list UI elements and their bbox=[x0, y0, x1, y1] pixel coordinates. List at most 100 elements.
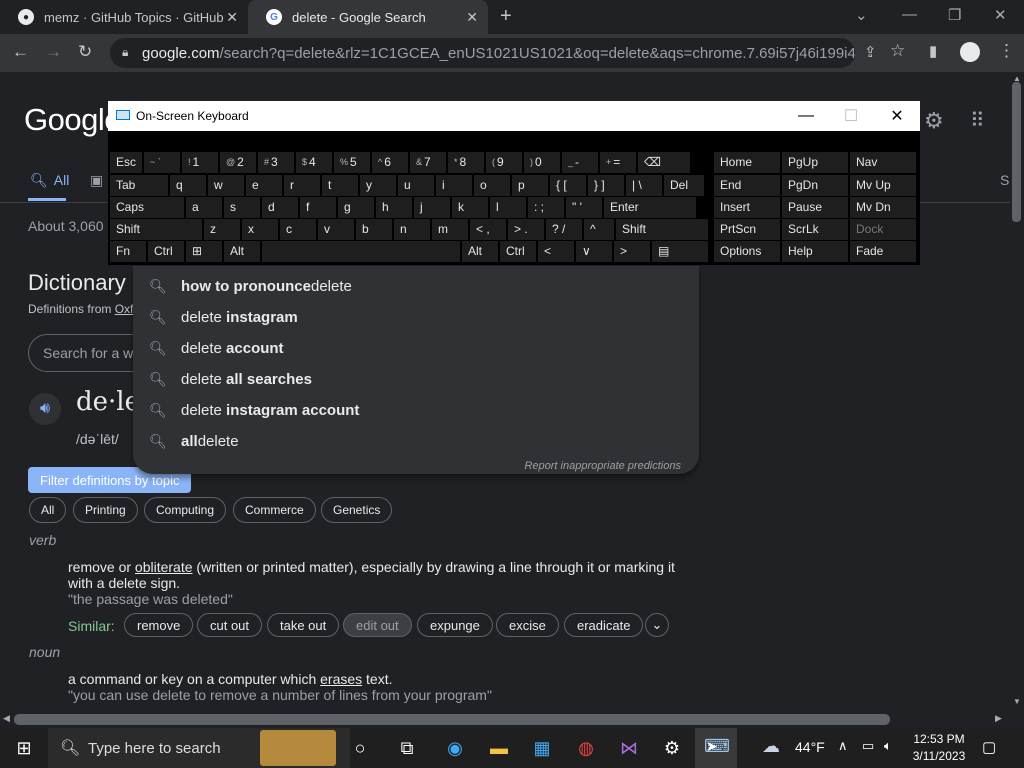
share-icon[interactable]: ⇪ bbox=[864, 43, 877, 61]
tools-edge-label[interactable]: S bbox=[1000, 172, 1009, 188]
osk-key[interactable]: e bbox=[246, 175, 282, 196]
chevron-down-icon[interactable]: ⌄ bbox=[645, 613, 669, 637]
osk-key[interactable]: o bbox=[474, 175, 510, 196]
store-icon[interactable]: ▦ bbox=[527, 734, 557, 762]
osk-key[interactable]: Fn bbox=[110, 241, 146, 262]
osk-key[interactable]: r bbox=[284, 175, 320, 196]
chip-all[interactable]: All bbox=[29, 497, 67, 523]
osk-key[interactable]: c bbox=[280, 219, 316, 240]
obliterate-link[interactable]: obliterate bbox=[135, 559, 193, 575]
osk-key[interactable]: (9 bbox=[486, 152, 522, 173]
osk-key[interactable]: ~ ` bbox=[144, 152, 180, 173]
scroll-up-icon[interactable]: ▲ bbox=[1013, 74, 1021, 83]
osk-key[interactable]: f bbox=[300, 197, 336, 218]
osk-key[interactable]: w bbox=[208, 175, 244, 196]
chevron-up-icon[interactable]: ∧ bbox=[838, 738, 848, 754]
speaker-icon[interactable]: 🔊︎ bbox=[29, 393, 61, 425]
osk-key[interactable]: < bbox=[538, 241, 574, 262]
osk-minimize-button[interactable]: — bbox=[783, 101, 829, 131]
close-icon[interactable]: ✕ bbox=[226, 9, 238, 26]
osk-key[interactable]: Alt bbox=[224, 241, 260, 262]
synonym-edit-out[interactable]: edit out bbox=[343, 613, 412, 637]
tab-google[interactable]: G delete - Google Search ✕ bbox=[248, 0, 488, 34]
osk-key-caps[interactable]: Caps bbox=[110, 197, 184, 218]
scroll-left-icon[interactable]: ◀ bbox=[3, 713, 10, 724]
search-highlight-image[interactable] bbox=[260, 730, 336, 766]
tab-all[interactable]: 🔍︎ All bbox=[30, 172, 69, 189]
osk-key[interactable]: Ctrl bbox=[500, 241, 536, 262]
apps-grid-icon[interactable]: ⠿ bbox=[970, 108, 986, 133]
osk-key[interactable]: v bbox=[318, 219, 354, 240]
osk-key[interactable]: > bbox=[614, 241, 650, 262]
osk-key[interactable]: @2 bbox=[220, 152, 256, 173]
volume-icon[interactable]: 🔈︎ bbox=[884, 738, 892, 754]
osk-key[interactable]: & 7 bbox=[410, 152, 446, 173]
vertical-scroll-thumb[interactable] bbox=[1012, 82, 1021, 222]
osk-key[interactable]: ▤ bbox=[652, 241, 708, 262]
report-predictions-link[interactable]: Report inappropriate predictions bbox=[524, 460, 681, 472]
osk-key[interactable]: s bbox=[224, 197, 260, 218]
osk-key[interactable]: j bbox=[414, 197, 450, 218]
side-panel-icon[interactable]: ▮ bbox=[929, 42, 937, 60]
osk-key[interactable]: ∨ bbox=[576, 241, 612, 262]
osk-key[interactable]: ⌫ bbox=[638, 152, 690, 173]
network-icon[interactable]: ▭ bbox=[862, 738, 874, 754]
new-tab-button[interactable]: + bbox=[500, 5, 512, 28]
osk-key-shift[interactable]: Shift bbox=[110, 219, 202, 240]
cortana-icon[interactable]: ○ bbox=[345, 734, 375, 762]
osk-key[interactable]: $4 bbox=[296, 152, 332, 173]
osk-key[interactable]: Ctrl bbox=[148, 241, 184, 262]
bookmark-star-icon[interactable]: ☆ bbox=[890, 41, 905, 61]
chip-commerce[interactable]: Commerce bbox=[233, 497, 316, 523]
osk-key[interactable]: : ; bbox=[528, 197, 564, 218]
osk-key[interactable]: z bbox=[204, 219, 240, 240]
osk-key[interactable]: l bbox=[490, 197, 526, 218]
osk-key[interactable]: * 8 bbox=[448, 152, 484, 173]
menu-kebab-icon[interactable]: ⋮ bbox=[998, 41, 1015, 61]
settings-gear-icon[interactable]: ⚙ bbox=[924, 108, 944, 134]
notification-icon[interactable]: ▢ bbox=[982, 738, 996, 756]
task-view-icon[interactable]: ⧉ bbox=[392, 734, 422, 762]
forward-icon[interactable]: → bbox=[45, 42, 62, 62]
suggestion-item[interactable]: 🔍︎ all delete bbox=[149, 426, 239, 457]
suggestion-item[interactable]: 🔍︎ delete all searches bbox=[149, 364, 312, 395]
osk-key-prtscn[interactable]: PrtScn bbox=[714, 219, 780, 240]
osk-key[interactable]: u bbox=[398, 175, 434, 196]
osk-key-pgup[interactable]: PgUp bbox=[782, 152, 848, 173]
osk-key[interactable]: m bbox=[432, 219, 468, 240]
google-logo[interactable]: Google bbox=[24, 102, 121, 138]
suggestion-item[interactable]: 🔍︎ how to pronounce delete bbox=[149, 271, 352, 302]
osk-key-mv-up[interactable]: Mv Up bbox=[850, 175, 916, 196]
minimize-button[interactable]: — bbox=[902, 6, 917, 23]
osk-key[interactable]: " ' bbox=[566, 197, 602, 218]
restore-button[interactable]: ❐ bbox=[948, 6, 961, 24]
osk-key[interactable]: ) 0 bbox=[524, 152, 560, 173]
osk-key[interactable]: _ - bbox=[562, 152, 598, 173]
osk-key[interactable]: Alt bbox=[462, 241, 498, 262]
erases-link[interactable]: erases bbox=[320, 671, 362, 687]
osk-key[interactable]: ? / bbox=[546, 219, 582, 240]
osk-key-help[interactable]: Help bbox=[782, 241, 848, 262]
osk-key[interactable]: n bbox=[394, 219, 430, 240]
synonym-excise[interactable]: excise bbox=[496, 613, 559, 637]
tab-github[interactable]: ● memz · GitHub Topics · GitHub ✕ bbox=[0, 0, 248, 34]
system-clock[interactable]: 12:53 PM 3/11/2023 bbox=[900, 731, 978, 765]
close-icon[interactable]: ✕ bbox=[466, 9, 478, 26]
osk-key-mv-dn[interactable]: Mv Dn bbox=[850, 197, 916, 218]
osk-key[interactable]: > . bbox=[508, 219, 544, 240]
osk-key[interactable]: ^ 6 bbox=[372, 152, 408, 173]
osk-key[interactable]: d bbox=[262, 197, 298, 218]
settings-gear-icon[interactable]: ⚙ bbox=[657, 734, 687, 762]
visual-studio-icon[interactable]: ⋈ bbox=[614, 734, 644, 762]
osk-key-shift[interactable]: Shift bbox=[616, 219, 708, 240]
osk-key-nav[interactable]: Nav bbox=[850, 152, 916, 173]
address-bar[interactable]: 🔒︎ google.com/search?q=delete&rlz=1C1GCE… bbox=[110, 38, 855, 68]
osk-key-dock[interactable]: Dock bbox=[850, 219, 916, 240]
osk-key[interactable]: % 5 bbox=[334, 152, 370, 173]
osk-key-scrlk[interactable]: ScrLk bbox=[782, 219, 848, 240]
osk-key[interactable]: Del bbox=[664, 175, 704, 196]
osk-key[interactable]: a bbox=[186, 197, 222, 218]
synonym-eradicate[interactable]: eradicate bbox=[564, 613, 644, 637]
synonym-expunge[interactable]: expunge bbox=[417, 613, 493, 637]
edge-icon[interactable]: ◉ bbox=[440, 734, 470, 762]
